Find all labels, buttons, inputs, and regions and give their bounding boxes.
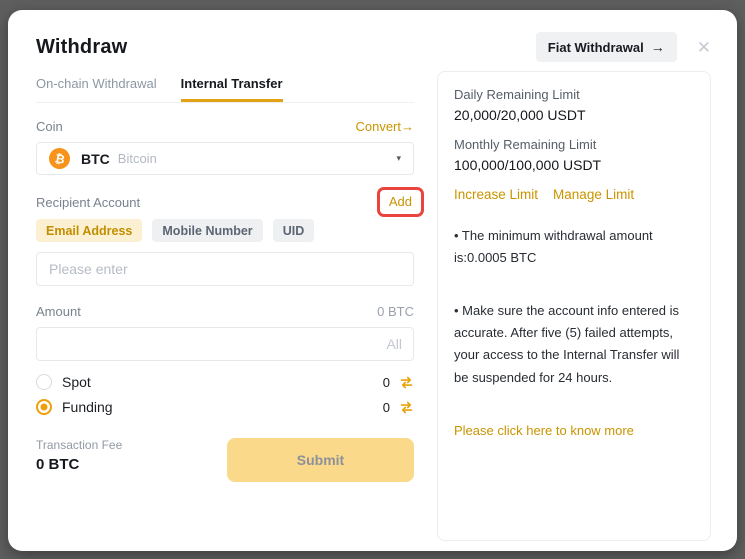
monthly-limit-value: 100,000/100,000 USDT <box>454 157 694 173</box>
limit-links: Increase Limit Manage Limit <box>454 187 694 202</box>
coin-row: Coin Convert→ <box>36 119 414 134</box>
recipient-method-tabs: Email Address Mobile Number UID <box>36 219 414 242</box>
transaction-fee-label: Transaction Fee <box>36 438 122 452</box>
transaction-fee-value: 0 BTC <box>36 456 122 473</box>
daily-limit-label: Daily Remaining Limit <box>454 87 694 102</box>
arrow-right-icon: → <box>651 39 665 55</box>
funding-account-row: Funding 0 <box>36 398 414 416</box>
daily-limit-value: 20,000/20,000 USDT <box>454 107 694 123</box>
withdrawal-tabs: On-chain Withdrawal Internal Transfer <box>36 76 414 103</box>
submit-button[interactable]: Submit <box>227 438 414 482</box>
amount-all-button[interactable]: All <box>386 327 402 361</box>
convert-link[interactable]: Convert→ <box>355 119 414 134</box>
amount-row: Amount 0 BTC <box>36 304 414 319</box>
spot-label: Spot <box>62 374 383 390</box>
amount-label: Amount <box>36 304 81 319</box>
page-title: Withdraw <box>36 36 127 59</box>
fiat-withdrawal-button[interactable]: Fiat Withdrawal → <box>536 32 677 62</box>
spot-radio[interactable] <box>36 374 52 390</box>
recipient-account-label: Recipient Account <box>36 195 140 210</box>
amount-balance: 0 BTC <box>377 304 414 319</box>
add-recipient-link[interactable]: Add <box>389 194 412 209</box>
coin-name: Bitcoin <box>118 151 157 166</box>
dialog-header: Withdraw Fiat Withdrawal → ✕ <box>8 10 737 62</box>
tab-onchain-withdrawal[interactable]: On-chain Withdrawal <box>36 76 157 102</box>
funding-transfer-icon[interactable] <box>399 400 414 415</box>
funding-radio[interactable] <box>36 399 52 415</box>
note-account-accuracy: • Make sure the account info entered is … <box>454 300 694 389</box>
funding-label: Funding <box>62 399 383 415</box>
recipient-input[interactable] <box>36 252 414 286</box>
bitcoin-icon: ₿ <box>49 148 70 169</box>
amount-input[interactable] <box>36 327 414 361</box>
monthly-limit-label: Monthly Remaining Limit <box>454 137 694 152</box>
close-icon[interactable]: ✕ <box>697 39 711 56</box>
coin-select[interactable]: ₿ BTC Bitcoin ▾ <box>36 142 414 175</box>
recipient-row: Recipient Account Add <box>36 193 414 211</box>
know-more-link[interactable]: Please click here to know more <box>454 423 634 438</box>
increase-limit-link[interactable]: Increase Limit <box>454 187 538 202</box>
withdraw-dialog: Withdraw Fiat Withdrawal → ✕ On-chain Wi… <box>8 10 737 551</box>
tab-email-address[interactable]: Email Address <box>36 219 142 242</box>
coin-symbol: BTC <box>81 151 110 167</box>
submit-row: Transaction Fee 0 BTC Submit <box>36 438 414 482</box>
spot-account-row: Spot 0 <box>36 373 414 391</box>
tab-uid[interactable]: UID <box>273 219 315 242</box>
chevron-down-icon: ▾ <box>396 153 401 164</box>
coin-label: Coin <box>36 119 63 134</box>
know-more-link-row: Please click here to know more <box>454 423 694 438</box>
fiat-withdrawal-label: Fiat Withdrawal <box>548 40 644 55</box>
add-highlight-box: Add <box>377 187 424 217</box>
spot-balance: 0 <box>383 375 390 390</box>
limits-panel: Daily Remaining Limit 20,000/20,000 USDT… <box>437 71 711 541</box>
note-minimum-amount: • The minimum withdrawal amount is:0.000… <box>454 225 694 270</box>
manage-limit-link[interactable]: Manage Limit <box>553 187 634 202</box>
spot-transfer-icon[interactable] <box>399 375 414 390</box>
withdraw-form: On-chain Withdrawal Internal Transfer Co… <box>36 76 414 482</box>
fee-block: Transaction Fee 0 BTC <box>36 438 122 473</box>
amount-input-wrap: All <box>36 319 414 361</box>
tab-mobile-number[interactable]: Mobile Number <box>152 219 262 242</box>
funding-balance: 0 <box>383 400 390 415</box>
tab-internal-transfer[interactable]: Internal Transfer <box>181 76 283 102</box>
